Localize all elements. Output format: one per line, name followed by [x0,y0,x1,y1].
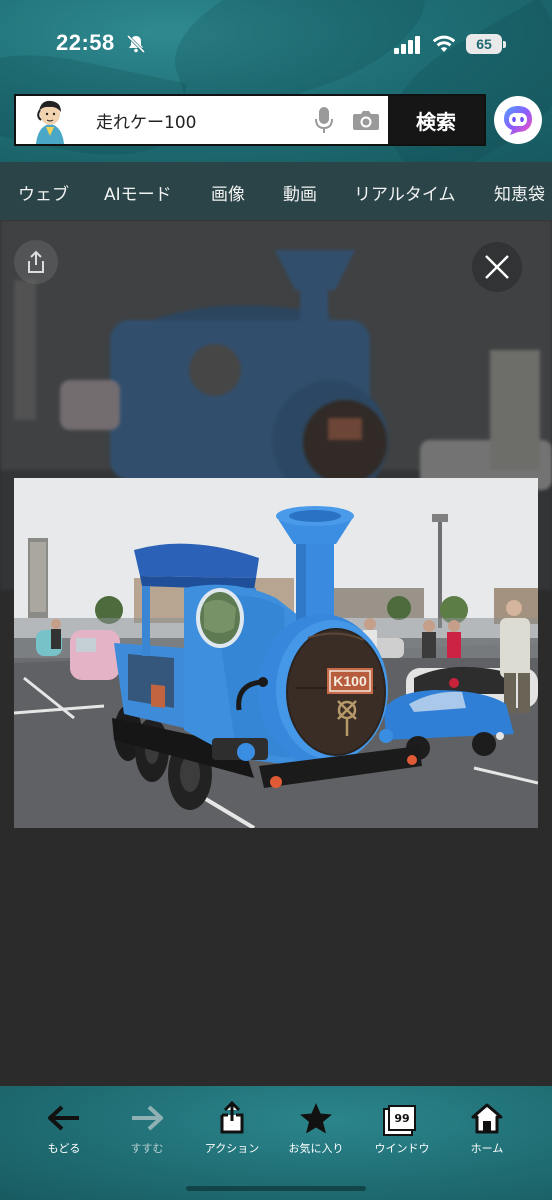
bottom-toolbar: もどる すすむ アクション お気に入り 99 ウインドウ ホーム [0,1086,552,1200]
battery-icon: 65 [466,34,506,54]
avatar[interactable] [16,96,78,144]
tab-ai-mode[interactable]: AIモード [104,180,172,205]
search-bar[interactable]: 走れケー100 検索 [14,94,486,146]
action-label: アクション [204,1142,260,1155]
image-viewer: K100 [0,220,552,1086]
windows-label: ウインドウ [374,1142,430,1155]
back-arrow-icon [24,1102,104,1134]
ai-assistant-icon[interactable] [494,96,542,144]
search-tabs: ウェブ AIモード 画像 動画 リアルタイム 知恵袋 [0,162,552,220]
window-count: 99 [388,1105,416,1131]
share-action-icon [192,1101,272,1134]
home-button[interactable]: ホーム [447,1102,527,1156]
favorites-button[interactable]: お気に入り [276,1102,356,1156]
windows-icon: 99 [362,1102,442,1134]
tab-images[interactable]: 画像 [211,180,245,205]
camera-icon[interactable] [344,96,388,144]
home-indicator[interactable] [186,1186,366,1191]
forward-button[interactable]: すすむ [107,1102,187,1156]
star-icon [276,1102,356,1134]
mic-icon[interactable] [304,96,344,144]
forward-label: すすむ [130,1142,164,1155]
back-label: もどる [47,1142,81,1155]
search-button[interactable]: 検索 [388,96,484,144]
forward-arrow-icon [107,1102,187,1134]
tab-videos[interactable]: 動画 [283,180,317,205]
signal-icon [394,36,420,54]
home-icon [447,1102,527,1134]
search-input[interactable]: 走れケー100 [78,108,304,133]
tab-web[interactable]: ウェブ [18,180,69,205]
status-time: 22:58 [56,30,115,55]
action-button[interactable]: アクション [192,1101,272,1156]
close-icon[interactable] [472,242,522,292]
wifi-icon [432,35,456,52]
back-button[interactable]: もどる [24,1102,104,1156]
bell-off-icon [126,34,146,54]
home-label: ホーム [470,1142,504,1155]
share-icon[interactable] [14,240,58,284]
locomotive-plate: K100 [333,673,367,689]
windows-button[interactable]: 99 ウインドウ [362,1102,442,1156]
main-photo[interactable]: K100 [14,478,538,828]
tab-realtime[interactable]: リアルタイム [354,180,456,205]
status-bar: 22:58 65 [0,0,552,90]
tab-chiebukuro[interactable]: 知恵袋 [494,180,545,205]
favorites-label: お気に入り [288,1142,344,1155]
